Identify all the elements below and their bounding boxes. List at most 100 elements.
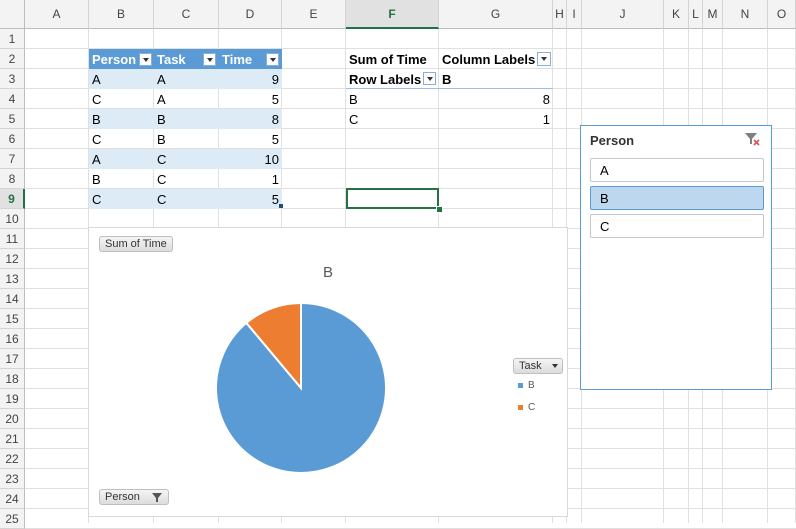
row-header-3[interactable]: 3 [0, 69, 25, 89]
slicer-item-label: A [600, 162, 609, 178]
table-cell-person[interactable]: C [89, 89, 154, 109]
row-header-20[interactable]: 20 [0, 409, 25, 429]
table-cell-time[interactable]: 5 [219, 129, 282, 149]
column-header-j[interactable]: J [582, 0, 664, 29]
table-resize-handle[interactable] [279, 204, 283, 208]
slicer-item-a[interactable]: A [590, 158, 764, 182]
row-header-11[interactable]: 11 [0, 229, 25, 249]
table-cell-time[interactable]: 1 [219, 169, 282, 189]
filter-dropdown-button[interactable] [139, 53, 152, 66]
table-cell-task[interactable]: C [154, 169, 219, 189]
legend-swatch-b [518, 383, 523, 388]
column-header-i[interactable]: I [567, 0, 582, 29]
row-header-21[interactable]: 21 [0, 429, 25, 449]
row-header-12[interactable]: 12 [0, 249, 25, 269]
row-header-6[interactable]: 6 [0, 129, 25, 149]
filter-dropdown-button[interactable] [266, 53, 279, 66]
column-header-m[interactable]: M [703, 0, 723, 29]
row-header-1[interactable]: 1 [0, 29, 25, 49]
column-header-d[interactable]: D [219, 0, 282, 29]
filter-icon [152, 493, 162, 502]
table-cell-time[interactable]: 10 [219, 149, 282, 169]
slicer-item-label: B [600, 190, 609, 206]
slicer-item-b[interactable]: B [590, 186, 764, 210]
row-header-13[interactable]: 13 [0, 269, 25, 289]
table-cell-person[interactable]: B [89, 169, 154, 189]
clear-filter-icon[interactable] [743, 131, 761, 147]
row-header-19[interactable]: 19 [0, 389, 25, 409]
legend-label: B [528, 380, 535, 391]
table-cell-person[interactable]: C [89, 189, 154, 209]
column-header-n[interactable]: N [723, 0, 768, 29]
row-header-9[interactable]: 9 [0, 189, 25, 209]
table-cell-time[interactable]: 9 [219, 69, 282, 89]
column-header-g[interactable]: G [439, 0, 553, 29]
column-header-a[interactable]: A [25, 0, 89, 29]
legend-field-button[interactable]: Task [513, 358, 563, 374]
legend-field-label: Task [519, 360, 542, 372]
person-slicer[interactable]: Person A B C [580, 125, 772, 390]
chevron-down-icon [551, 364, 558, 368]
table-cell-task[interactable]: B [154, 109, 219, 129]
row-header-24[interactable]: 24 [0, 489, 25, 509]
row-header-18[interactable]: 18 [0, 369, 25, 389]
row-header-7[interactable]: 7 [0, 149, 25, 169]
pivot-row-label[interactable]: B [346, 89, 439, 109]
table-cell-person[interactable]: B [89, 109, 154, 129]
column-header-c[interactable]: C [154, 0, 219, 29]
active-cell-cursor[interactable] [346, 188, 439, 209]
table-cell-time[interactable]: 5 [219, 189, 282, 209]
column-filter-button[interactable] [537, 52, 551, 66]
fill-handle[interactable] [436, 206, 443, 213]
table-cell-person[interactable]: A [89, 69, 154, 89]
slicer-item-label: C [600, 218, 610, 234]
row-header-4[interactable]: 4 [0, 89, 25, 109]
pivot-column-value[interactable]: B [439, 69, 553, 89]
column-header-e[interactable]: E [282, 0, 346, 29]
table-cell-time[interactable]: 8 [219, 109, 282, 129]
row-header-5[interactable]: 5 [0, 109, 25, 129]
header-label: Task [157, 51, 186, 67]
column-header-h[interactable]: H [553, 0, 567, 29]
legend-label: C [528, 402, 536, 413]
slicer-item-c[interactable]: C [590, 214, 764, 238]
row-header-10[interactable]: 10 [0, 209, 25, 229]
header-label: Time [222, 51, 253, 67]
table-cell-task[interactable]: B [154, 129, 219, 149]
row-header-17[interactable]: 17 [0, 349, 25, 369]
table-cell-task[interactable]: A [154, 69, 219, 89]
pivot-chart[interactable]: Sum of Time B Task B C Person [88, 227, 568, 517]
column-header-f[interactable]: F [346, 0, 439, 29]
row-labels-dropdown-button[interactable] [423, 72, 436, 85]
pivot-column-labels[interactable]: Column Labels [439, 49, 553, 69]
axis-field-button[interactable]: Person [99, 489, 169, 505]
row-header-25[interactable]: 25 [0, 509, 25, 529]
pivot-row-value[interactable]: 8 [439, 89, 553, 109]
column-header-b[interactable]: B [89, 0, 154, 29]
table-cell-task[interactable]: C [154, 149, 219, 169]
legend-entry[interactable]: C [518, 402, 535, 413]
axis-field-label: Person [105, 491, 140, 503]
table-cell-task[interactable]: A [154, 89, 219, 109]
pie-plot-area[interactable] [89, 228, 569, 518]
select-all-corner[interactable] [0, 0, 25, 29]
column-header-o[interactable]: O [768, 0, 796, 29]
row-header-16[interactable]: 16 [0, 329, 25, 349]
table-cell-person[interactable]: C [89, 129, 154, 149]
row-header-15[interactable]: 15 [0, 309, 25, 329]
table-cell-time[interactable]: 5 [219, 89, 282, 109]
table-cell-task[interactable]: C [154, 189, 219, 209]
row-header-2[interactable]: 2 [0, 49, 25, 69]
row-header-8[interactable]: 8 [0, 169, 25, 189]
column-header-k[interactable]: K [664, 0, 689, 29]
pivot-value-field[interactable]: Sum of Time [346, 49, 439, 69]
row-header-14[interactable]: 14 [0, 289, 25, 309]
table-cell-person[interactable]: A [89, 149, 154, 169]
filter-dropdown-button[interactable] [203, 53, 216, 66]
column-header-l[interactable]: L [689, 0, 703, 29]
row-header-23[interactable]: 23 [0, 469, 25, 489]
pivot-row-value[interactable]: 1 [439, 109, 553, 129]
pivot-row-label[interactable]: C [346, 109, 439, 129]
legend-entry[interactable]: B [518, 380, 535, 391]
row-header-22[interactable]: 22 [0, 449, 25, 469]
